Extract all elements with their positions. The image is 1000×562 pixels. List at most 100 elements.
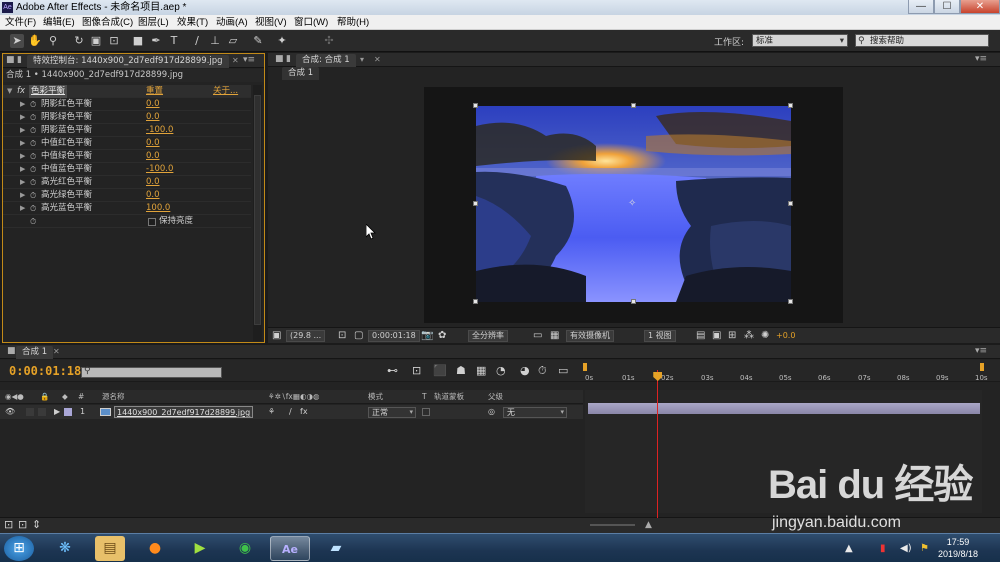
- menu-composition[interactable]: 图像合成(C): [82, 15, 133, 30]
- effect-switch-icon[interactable]: fx: [300, 405, 308, 419]
- menu-edit[interactable]: 编辑(E): [43, 15, 75, 30]
- anchor-point-icon[interactable]: ✧: [628, 198, 636, 209]
- zoom-in-icon[interactable]: ▲: [645, 520, 652, 530]
- transform-handle[interactable]: [473, 299, 478, 304]
- shy-switch-icon[interactable]: ⚘: [268, 405, 275, 419]
- effect-name[interactable]: 色彩平衡: [29, 85, 68, 98]
- eraser-tool-icon[interactable]: ▱: [226, 34, 240, 48]
- expand-arrow-icon[interactable]: ▶: [20, 202, 25, 215]
- stopwatch-icon[interactable]: ⏱: [30, 124, 36, 137]
- stopwatch-icon[interactable]: ⏱: [30, 98, 36, 111]
- zoom-slider[interactable]: [590, 524, 635, 526]
- mask-visibility-icon[interactable]: ▢: [354, 329, 363, 343]
- maximize-button[interactable]: ☐: [934, 0, 960, 14]
- toggle-modes-icon[interactable]: ⊡: [18, 518, 27, 532]
- audio-toggle[interactable]: [26, 408, 34, 416]
- clone-stamp-tool-icon[interactable]: ⊥: [208, 34, 222, 48]
- pixel-aspect-icon[interactable]: ▤: [696, 329, 705, 343]
- pan-behind-tool-icon[interactable]: ⊡: [107, 34, 121, 48]
- start-button-icon[interactable]: ⊞: [4, 536, 34, 561]
- stopwatch-icon[interactable]: ⏱: [30, 137, 36, 150]
- close-button[interactable]: ✕: [960, 0, 1000, 14]
- draft-3d-icon[interactable]: ⬛: [433, 364, 447, 378]
- graph-editor-icon[interactable]: ▭: [558, 364, 568, 378]
- notepad-icon[interactable]: ▰: [316, 536, 356, 561]
- source-name-column[interactable]: 源名称: [102, 390, 125, 404]
- menu-window[interactable]: 窗口(W): [294, 15, 328, 30]
- brush-tool-icon[interactable]: ∕: [190, 34, 204, 48]
- menu-layer[interactable]: 图层(L): [138, 15, 169, 30]
- stopwatch-icon[interactable]: ⏱: [30, 215, 36, 228]
- work-area-end-handle[interactable]: [980, 363, 984, 371]
- param-value[interactable]: 0.0: [146, 189, 160, 202]
- transform-handle[interactable]: [788, 103, 793, 108]
- stopwatch-icon[interactable]: ⏱: [30, 189, 36, 202]
- param-value[interactable]: -100.0: [146, 124, 173, 137]
- after-effects-taskbar-icon[interactable]: Ae: [270, 536, 310, 561]
- system-clock[interactable]: 17:59 2019/8/18: [938, 536, 978, 560]
- layer-name[interactable]: 1440x900_2d7edf917d28899.jpg: [114, 406, 254, 418]
- param-value[interactable]: 0.0: [146, 176, 160, 189]
- rotate-tool-icon[interactable]: ↻: [72, 34, 86, 48]
- visibility-eye-icon[interactable]: 👁: [5, 405, 15, 419]
- pick-whip-icon[interactable]: ◎: [488, 405, 495, 419]
- exposure-icon[interactable]: ✺: [761, 329, 769, 343]
- parent-select[interactable]: 无: [503, 407, 567, 418]
- track-matte-column[interactable]: 轨道蒙板: [434, 390, 464, 404]
- zoom-tool-icon[interactable]: ⚲: [46, 34, 60, 48]
- expand-arrow-icon[interactable]: ▶: [20, 176, 25, 189]
- transform-handle[interactable]: [631, 103, 636, 108]
- mode-column[interactable]: 模式: [368, 390, 383, 404]
- layer-duration-bar[interactable]: [588, 403, 980, 414]
- fast-previews-icon[interactable]: ▣: [712, 329, 721, 343]
- close-icon[interactable]: ✕: [374, 55, 381, 64]
- time-ruler[interactable]: 0s 01s 02s 03s 04s 05s 06s 07s 08s 09s 1…: [585, 360, 989, 382]
- close-icon[interactable]: ✕: [53, 347, 60, 356]
- quality-switch-icon[interactable]: ∕: [289, 405, 292, 419]
- param-value[interactable]: 0.0: [146, 98, 160, 111]
- expand-arrow-icon[interactable]: ▶: [20, 163, 25, 176]
- workspace-select[interactable]: 标准: [752, 34, 848, 47]
- menu-effect[interactable]: 效果(T): [177, 15, 208, 30]
- expand-arrow-icon[interactable]: ▶: [20, 98, 25, 111]
- axis-mode-icon[interactable]: ✣: [322, 34, 336, 48]
- expand-arrow-icon[interactable]: ▼: [7, 85, 12, 98]
- comp-mini-flowchart-icon[interactable]: ⊷: [387, 364, 398, 378]
- minimize-button[interactable]: —: [908, 0, 934, 14]
- panel-menu-icon[interactable]: ▾≡: [975, 54, 987, 64]
- tab-effect-controls[interactable]: 特效控制台: 1440x900_2d7edf917d28899.jpg: [27, 55, 229, 68]
- frame-blending-icon[interactable]: ▦: [476, 364, 486, 378]
- effect-controls-scrollbar[interactable]: [253, 85, 262, 341]
- zoom-select[interactable]: (29.8 ...: [286, 330, 326, 342]
- selection-tool-icon[interactable]: ➤: [10, 34, 24, 48]
- tray-up-icon[interactable]: ▲: [845, 543, 853, 554]
- camera-tool-icon[interactable]: ▣: [89, 34, 103, 48]
- solo-toggle[interactable]: [38, 408, 46, 416]
- current-time-display[interactable]: 0:00:01:18: [368, 330, 420, 342]
- menu-animation[interactable]: 动画(A): [216, 15, 248, 30]
- param-value[interactable]: -100.0: [146, 163, 173, 176]
- video-editor-icon[interactable]: ▶: [180, 536, 220, 561]
- blend-mode-select[interactable]: 正常: [368, 407, 416, 418]
- help-search-input[interactable]: ⚲ 搜索帮助: [855, 34, 989, 47]
- work-area-start-handle[interactable]: [583, 363, 587, 371]
- transform-handle[interactable]: [473, 103, 478, 108]
- transform-handle[interactable]: [788, 299, 793, 304]
- show-channel-icon[interactable]: ✿: [438, 329, 446, 343]
- lock-icon[interactable]: ▮: [286, 54, 291, 64]
- menu-help[interactable]: 帮助(H): [337, 15, 369, 30]
- scrollbar-thumb[interactable]: [254, 95, 261, 325]
- param-value[interactable]: 100.0: [146, 202, 170, 215]
- lock-icon[interactable]: ▮: [17, 55, 22, 65]
- expand-arrow-icon[interactable]: ▶: [20, 111, 25, 124]
- live-update-icon[interactable]: ⊡: [412, 364, 421, 378]
- label-color-swatch[interactable]: [64, 408, 72, 416]
- stopwatch-icon[interactable]: ⏱: [30, 202, 36, 215]
- pen-tool-icon[interactable]: ✒: [149, 34, 163, 48]
- param-value[interactable]: 0.0: [146, 111, 160, 124]
- preserve-transparency-checkbox[interactable]: [422, 408, 430, 416]
- flowchart-icon[interactable]: ⁂: [744, 329, 754, 343]
- tab-timeline-comp[interactable]: 合成 1: [16, 346, 54, 359]
- auto-keyframe-icon[interactable]: ⏱: [538, 364, 547, 378]
- roto-brush-tool-icon[interactable]: ✎: [251, 34, 265, 48]
